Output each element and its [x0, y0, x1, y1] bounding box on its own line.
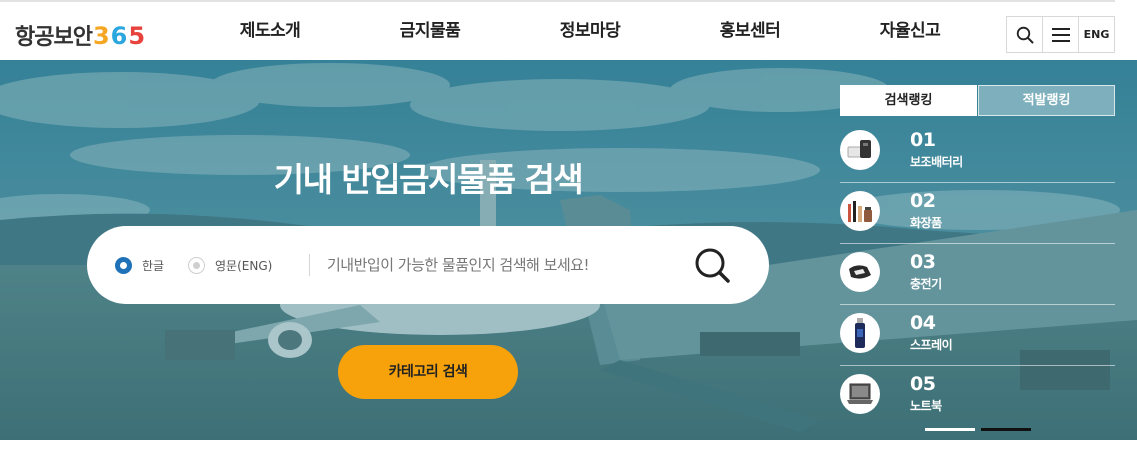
nav-item-self-report[interactable]: 자율신고 — [830, 2, 990, 60]
ranking-number: 04 — [910, 312, 936, 334]
nav-item-system[interactable]: 제도소개 — [190, 2, 350, 60]
search-input[interactable] — [327, 248, 677, 282]
ranking-item[interactable]: 04 스프레이 — [840, 305, 1115, 366]
ranking-item-name: 화장품 — [910, 216, 942, 230]
main-navigation: 제도소개 금지물품 정보마당 홍보센터 자율신고 — [190, 2, 990, 60]
header-utilities: ENG — [1006, 16, 1115, 53]
ranking-item-name: 보조배터리 — [910, 155, 963, 169]
tab-search-ranking[interactable]: 검색랭킹 — [840, 85, 977, 116]
logo-text: 항공보안 — [15, 25, 93, 50]
search-divider — [309, 254, 310, 276]
slide-pager-2[interactable] — [981, 428, 1031, 431]
laptop-icon — [840, 374, 880, 414]
site-logo[interactable]: 항공보안 3 6 5 — [15, 19, 146, 50]
radio-unselected-icon — [188, 256, 205, 274]
language-eng-button[interactable]: ENG — [1079, 17, 1114, 52]
header-menu-button[interactable] — [1043, 17, 1079, 52]
ranking-item-name: 충전기 — [910, 277, 942, 291]
ranking-item-name: 노트북 — [910, 399, 942, 413]
ranking-number: 05 — [910, 373, 936, 395]
charger-icon — [840, 252, 880, 292]
logo-digit-5: 5 — [128, 22, 146, 50]
category-search-button[interactable]: 카테고리 검색 — [338, 345, 518, 399]
search-submit-button[interactable] — [693, 246, 733, 286]
site-header: 항공보안 3 6 5 제도소개 금지물품 정보마당 홍보센터 자율신고 ENG — [0, 2, 1137, 60]
logo-digit-3: 3 — [92, 22, 110, 50]
nav-item-pr-center[interactable]: 홍보센터 — [670, 2, 830, 60]
prohibited-item-search-box: 한글 영문(ENG) — [87, 226, 769, 304]
search-lang-korean-label: 한글 — [142, 258, 165, 273]
ranking-number: 02 — [910, 190, 936, 212]
tab-detection-ranking[interactable]: 적발랭킹 — [978, 85, 1115, 116]
ranking-tabs: 검색랭킹 적발랭킹 — [840, 85, 1115, 116]
ranking-list: 01 보조배터리 02 화장품 03 충전기 04 스프레이 05 노트북 — [840, 122, 1115, 427]
radio-selected-icon — [115, 256, 132, 274]
hero-banner: 기내 반입금지물품 검색 한글 영문(ENG) 카테고리 검색 검색랭킹 적발랭… — [0, 60, 1137, 440]
ranking-item[interactable]: 02 화장품 — [840, 183, 1115, 244]
search-lang-english-radio[interactable]: 영문(ENG) — [188, 253, 272, 277]
spray-icon — [840, 313, 880, 353]
hero-title: 기내 반입금지물품 검색 — [273, 160, 584, 199]
logo-digit-6: 6 — [110, 22, 128, 50]
cosmetics-icon — [840, 191, 880, 231]
ranking-item[interactable]: 05 노트북 — [840, 366, 1115, 427]
hamburger-icon — [1051, 27, 1070, 42]
search-lang-korean-radio[interactable]: 한글 — [115, 253, 164, 277]
slide-pager-1[interactable] — [925, 428, 975, 431]
nav-item-prohibited-items[interactable]: 금지물품 — [350, 2, 510, 60]
search-icon — [1016, 26, 1033, 43]
ranking-item[interactable]: 01 보조배터리 — [840, 122, 1115, 183]
nav-item-information[interactable]: 정보마당 — [510, 2, 670, 60]
ranking-number: 01 — [910, 129, 936, 151]
header-search-button[interactable] — [1007, 17, 1043, 52]
ranking-number: 03 — [910, 251, 936, 273]
ranking-item[interactable]: 03 충전기 — [840, 244, 1115, 305]
search-icon — [695, 248, 730, 283]
power-bank-icon — [840, 130, 880, 170]
search-lang-english-label: 영문(ENG) — [215, 258, 273, 273]
ranking-item-name: 스프레이 — [910, 338, 953, 352]
